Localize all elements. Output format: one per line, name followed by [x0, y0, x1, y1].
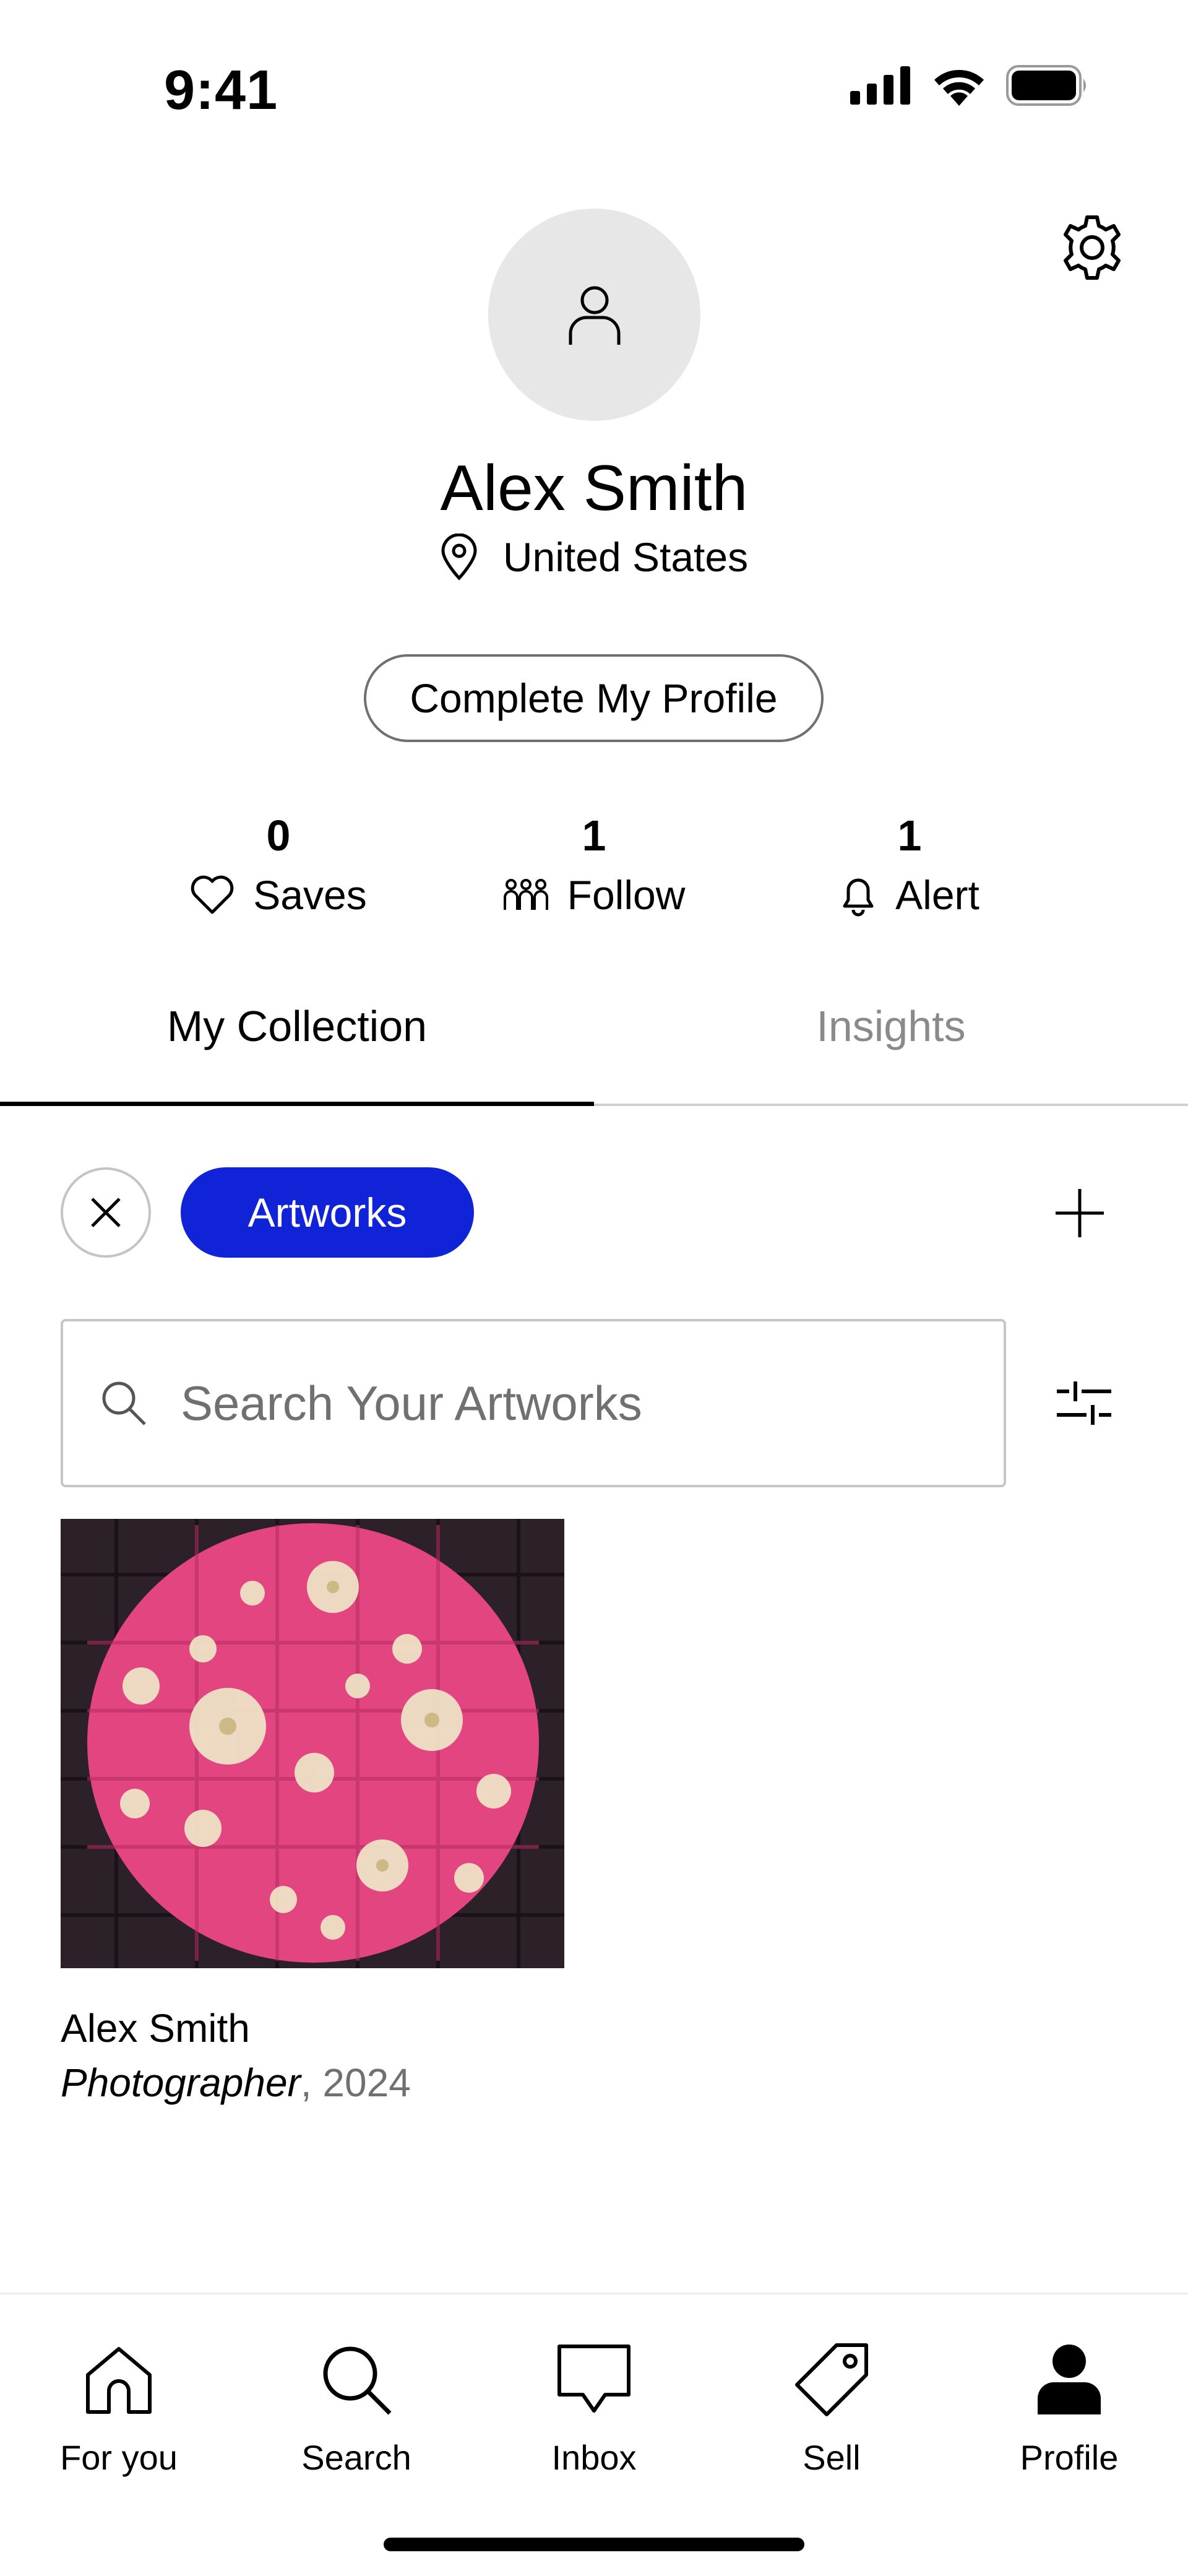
alert-label: Alert: [895, 872, 979, 918]
follow-label: Follow: [567, 872, 686, 918]
home-indicator: [384, 2538, 804, 2551]
signal-icon: [850, 66, 910, 105]
nav-for-you[interactable]: For you: [0, 2340, 238, 2478]
plus-icon: [1056, 1189, 1104, 1237]
nav-label-profile: Profile: [1020, 2438, 1119, 2477]
search-icon: [102, 1381, 146, 1425]
artwork-artist[interactable]: Alex Smith: [61, 2005, 250, 2051]
tab-my-collection[interactable]: My Collection: [0, 1001, 594, 1051]
inbox-icon: [557, 2345, 631, 2413]
close-icon: [91, 1198, 121, 1227]
complete-profile-button[interactable]: Complete My Profile: [364, 654, 824, 742]
location-label: United States: [502, 534, 749, 580]
nav-search[interactable]: Search: [238, 2340, 475, 2478]
artwork-photo: [61, 1519, 564, 1968]
wifi-icon: [934, 70, 984, 106]
settings-gear-icon[interactable]: [1058, 214, 1126, 282]
profile-location: United States: [0, 534, 1188, 581]
stat-saves[interactable]: 0 Saves: [118, 811, 439, 918]
saves-label: Saves: [253, 872, 367, 918]
nav-label-search: Search: [301, 2438, 411, 2477]
nav-label-sell: Sell: [803, 2438, 861, 2477]
battery-icon: [1006, 65, 1086, 106]
artwork-meta: Photographer, 2024: [61, 2060, 411, 2106]
add-artwork-button[interactable]: [1046, 1179, 1114, 1247]
artworks-filter-chip[interactable]: Artworks: [181, 1167, 474, 1258]
search-artworks-input[interactable]: Search Your Artworks: [61, 1319, 1006, 1487]
active-tab-indicator: [0, 1102, 594, 1106]
status-time: 9:41: [164, 59, 278, 121]
stat-alert[interactable]: 1 Alert: [749, 811, 1070, 918]
location-pin-icon: [441, 534, 477, 581]
follow-count: 1: [582, 811, 606, 860]
tab-insights[interactable]: Insights: [594, 1001, 1188, 1051]
tag-icon: [795, 2343, 868, 2416]
stat-follow[interactable]: 1 Follow: [433, 811, 755, 918]
nav-label-inbox: Inbox: [551, 2438, 637, 2477]
avatar[interactable]: [488, 209, 700, 421]
nav-profile[interactable]: Profile: [950, 2340, 1188, 2478]
status-icons: [850, 65, 1089, 106]
user-icon: [569, 286, 620, 345]
nav-label-for-you: For you: [60, 2438, 178, 2477]
bell-icon: [843, 878, 874, 917]
sort-filter-icon[interactable]: [1053, 1369, 1115, 1437]
home-icon: [86, 2347, 152, 2414]
profile-icon: [1038, 2345, 1101, 2414]
artwork-year: , 2024: [300, 2060, 411, 2105]
profile-name: Alex Smith: [440, 452, 748, 524]
heart-icon: [191, 875, 234, 914]
nav-divider: [0, 2293, 1188, 2294]
nav-inbox[interactable]: Inbox: [475, 2340, 713, 2478]
alert-count: 1: [897, 811, 922, 860]
nav-sell[interactable]: Sell: [713, 2340, 950, 2478]
artwork-medium: Photographer: [61, 2060, 301, 2105]
clear-filter-button[interactable]: [61, 1167, 151, 1258]
artwork-image[interactable]: [61, 1519, 564, 1968]
people-icon: [503, 879, 548, 910]
search-icon: [323, 2346, 392, 2415]
saves-count: 0: [266, 811, 291, 860]
search-placeholder: Search Your Artworks: [181, 1375, 642, 1430]
